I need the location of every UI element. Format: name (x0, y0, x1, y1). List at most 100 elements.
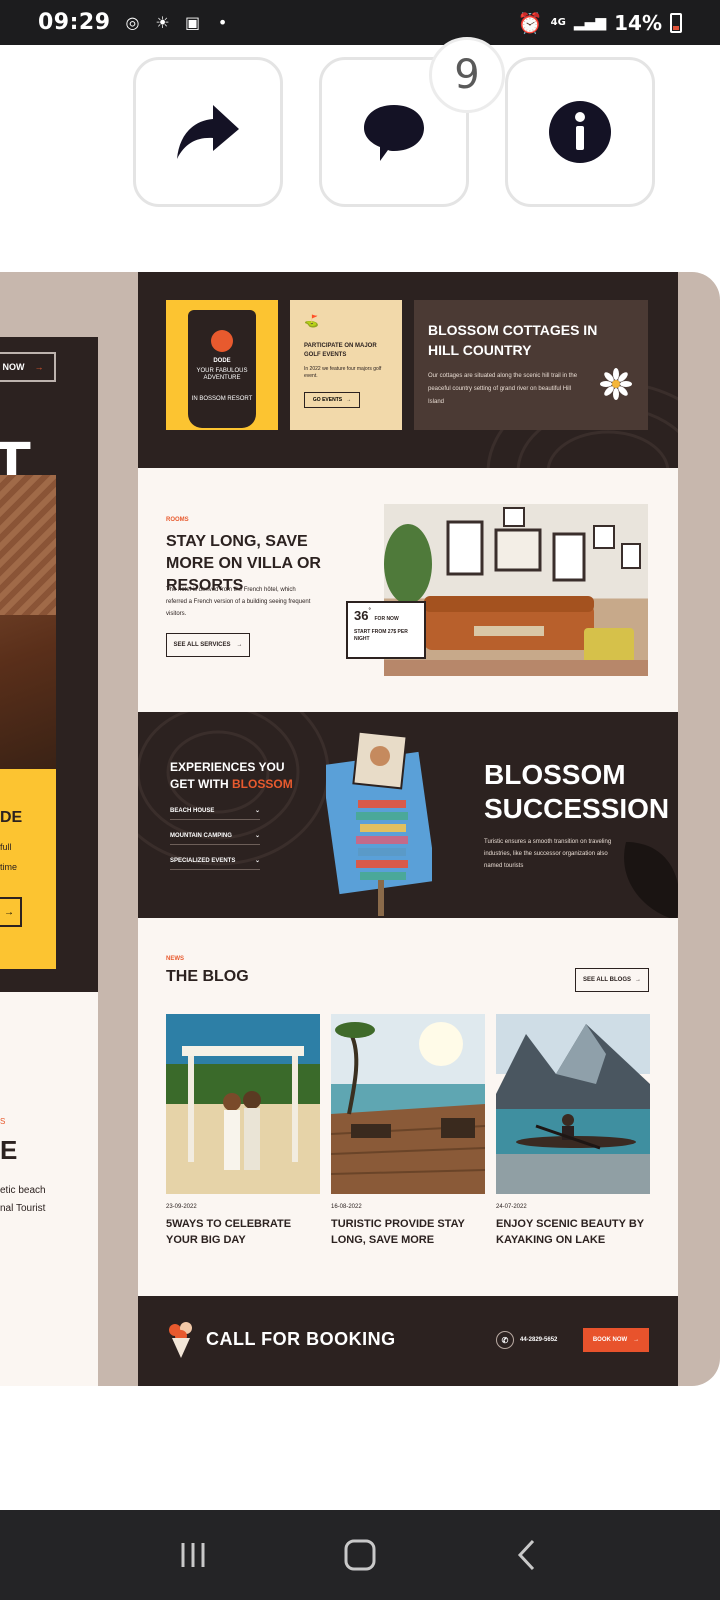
price-info-number: 36° FOR NOW (354, 608, 418, 623)
leaf-icon (624, 842, 678, 918)
succession-description: Turistic ensures a smooth transition on … (484, 839, 612, 869)
blog-post-date: 24-07-2022 (496, 1204, 527, 1210)
experience-item-events: SPECIALIZED EVENTS ⌄ (170, 852, 260, 870)
phone-subtitle: YOUR FABULOUS ADVENTURE (196, 368, 248, 381)
book-now-label: BOOK NOW (592, 1337, 628, 1343)
golf-title: PARTICIPATE ON MAJOR GOLF EVENTS (304, 343, 377, 358)
experience-item-label: BEACH HOUSE (170, 807, 215, 814)
left-book-label: NOW (2, 362, 25, 372)
status-time: 09:29 (38, 10, 111, 35)
stay-section: ROOMS STAY LONG, SAVE MORE ON VILLA OR R… (138, 468, 678, 708)
left-text-line-2: nal Tourist (0, 1203, 46, 1214)
arrow-right-icon: → (635, 977, 641, 983)
stay-tag: ROOMS (166, 517, 189, 523)
daisy-icon (600, 368, 632, 400)
see-all-blogs-label: SEE ALL BLOGS (582, 977, 631, 983)
chevron-down-icon: ⌄ (254, 858, 260, 864)
blog-post: 23-09-2022 5WAYS TO CELEBRATE YOUR BIG D… (166, 1014, 320, 1248)
booking-section: CALL FOR BOOKING ✆ 44-2829-5652 BOOK NOW… (138, 1296, 678, 1386)
back-icon (517, 1539, 534, 1571)
info-sub: FOR NOW (374, 616, 399, 622)
main-page-preview[interactable]: DODE YOUR FABULOUS ADVENTURE IN BOSSOM R… (138, 272, 678, 1386)
comment-icon (364, 105, 424, 161)
blog-post-title: 5WAYS TO CELEBRATE YOUR BIG DAY (166, 1218, 292, 1246)
cottages-text: Our cottages are situated along the scen… (428, 373, 578, 405)
recent-apps-button[interactable] (163, 1525, 223, 1585)
weather-icon: ☀ (155, 13, 170, 32)
blog-post-title: TURISTIC PROVIDE STAY LONG, SAVE MORE (331, 1218, 465, 1246)
see-all-blogs-button: SEE ALL BLOGS → (575, 968, 649, 992)
left-news-tag: S (0, 1117, 6, 1126)
screen: 09:29 ◎ ☀ ▣ • ⏰ 4G ▂▄▆ 14% 9 NOW → T DE … (0, 0, 720, 1600)
info-icon (549, 101, 611, 163)
blog-post-date: 16-08-2022 (331, 1204, 362, 1210)
kayak-image (496, 1014, 650, 1194)
booking-phone: ✆ 44-2829-5652 (496, 1331, 557, 1349)
navigation-bar (0, 1510, 720, 1600)
left-yellow-text: full time (0, 837, 17, 877)
see-all-services-button: SEE ALL SERVICES → (166, 633, 250, 657)
notification-dot-icon: • (217, 13, 228, 32)
info-text: START FROM 27$ PER NIGHT (354, 629, 408, 642)
blog-post-title: ENJOY SCENIC BEAUTY BY KAYAKING ON LAKE (496, 1218, 644, 1246)
phone-title: DODE (213, 358, 231, 364)
wedding-image (166, 1014, 320, 1194)
design-preview[interactable]: NOW → T DE full time → S E etic beach na… (0, 272, 720, 1386)
status-bar: 09:29 ◎ ☀ ▣ • ⏰ 4G ▂▄▆ 14% (0, 0, 720, 45)
phone-mockup: DODE YOUR FABULOUS ADVENTURE IN BOSSOM R… (188, 310, 256, 428)
experience-item-beach: BEACH HOUSE ⌄ (170, 802, 260, 820)
left-yellow-line-2: time (0, 862, 18, 872)
info-button[interactable] (505, 57, 655, 207)
smiley-icon (211, 330, 233, 352)
beach-deck-image (331, 1014, 485, 1194)
phone-footer: IN BOSSOM RESORT (191, 396, 253, 402)
experience-item-label: MOUNTAIN CAMPING (170, 832, 232, 839)
network-label: 4G (550, 17, 566, 28)
book-now-button: BOOK NOW → (583, 1328, 649, 1352)
left-house-image (0, 475, 56, 770)
blog-post: 16-08-2022 TURISTIC PROVIDE STAY LONG, S… (331, 1014, 485, 1248)
signpost-image (326, 730, 432, 916)
gallery-icon: ▣ (184, 13, 201, 32)
blog-post: 24-07-2022 ENJOY SCENIC BEAUTY BY KAYAKI… (496, 1014, 650, 1248)
left-text-line-1: etic beach (0, 1185, 46, 1196)
experience-title: EXPERIENCES YOU GET WITH BLOSSOM (170, 759, 310, 793)
go-events-label: GO EVENTS (312, 397, 343, 403)
blog-tag: NEWS (166, 956, 184, 962)
left-yellow-button: → (0, 897, 22, 927)
arrow-right-icon: → (633, 1337, 640, 1343)
comment-count-badge: 9 (429, 37, 505, 113)
experience-title-brand: BLOSSOM (232, 777, 293, 791)
golf-text: In 2022 we feature four majors golf even… (304, 366, 382, 379)
blog-title: THE BLOG (166, 968, 249, 985)
back-button[interactable] (497, 1525, 557, 1585)
adventure-card: DODE YOUR FABULOUS ADVENTURE IN BOSSOM R… (166, 300, 278, 430)
arrow-right-icon: → (4, 906, 14, 918)
booking-phone-number: 44-2829-5652 (520, 1337, 558, 1343)
status-icons-left: ◎ ☀ ▣ • (123, 13, 233, 33)
bouquet-icon (169, 1322, 192, 1358)
beach-deck-photo (331, 1014, 485, 1194)
kayak-photo (496, 1014, 650, 1194)
stay-description: The hotel is derived from the French hôt… (166, 587, 311, 617)
experience-section: EXPERIENCES YOU GET WITH BLOSSOM BEACH H… (138, 712, 678, 918)
see-all-services-label: SEE ALL SERVICES (173, 642, 231, 648)
experience-item-mountain: MOUNTAIN CAMPING ⌄ (170, 827, 260, 845)
left-section-letter: E (0, 1135, 18, 1165)
booking-title: CALL FOR BOOKING (206, 1329, 396, 1349)
home-icon (344, 1539, 376, 1571)
price-info-card: 36° FOR NOW START FROM 27$ PER NIGHT (346, 601, 426, 659)
go-events-button: GO EVENTS → (304, 392, 360, 408)
cottages-title: BLOSSOM COTTAGES IN HILL COUNTRY (428, 322, 598, 358)
battery-icon (670, 12, 682, 33)
recent-apps-icon (181, 1543, 205, 1567)
home-button[interactable] (330, 1525, 390, 1585)
wedding-photo (166, 1014, 320, 1194)
left-page-preview[interactable]: NOW → T DE full time → S E etic beach na… (0, 337, 98, 1386)
golf-card: ⛳ PARTICIPATE ON MAJOR GOLF EVENTS In 20… (290, 300, 402, 430)
phone-icon: ✆ (496, 1331, 514, 1349)
alarm-icon: ⏰ (517, 10, 543, 35)
succession-title: BLOSSOM SUCCESSION (484, 759, 670, 824)
left-book-button: NOW → (0, 352, 56, 382)
share-button[interactable] (133, 57, 283, 207)
